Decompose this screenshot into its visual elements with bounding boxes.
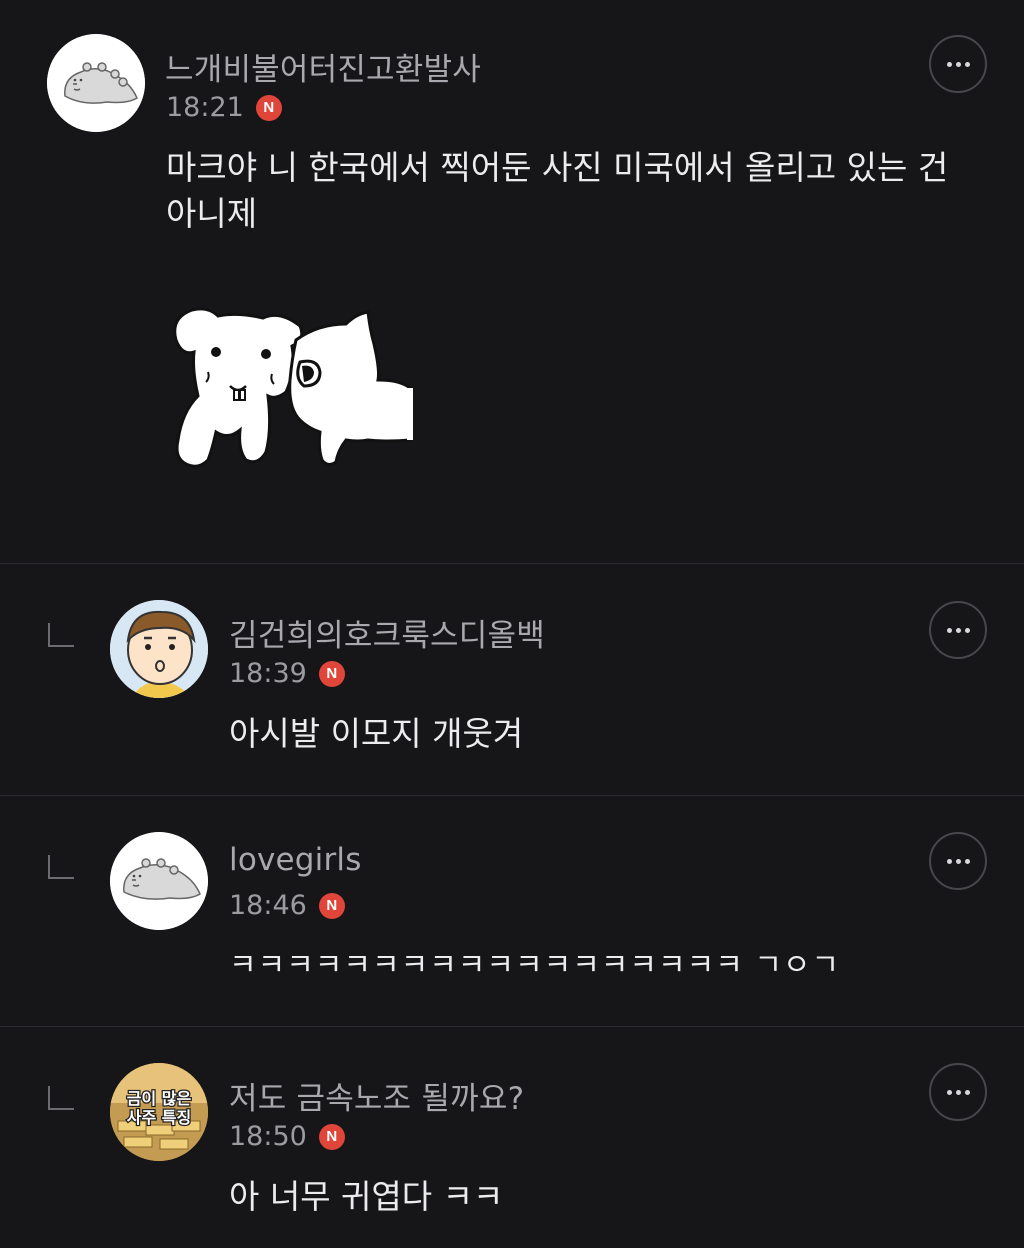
user-avatar[interactable]: 금이 많은 사주 특징	[110, 1063, 208, 1161]
more-dot-icon	[955, 627, 961, 633]
more-options-button[interactable]	[929, 832, 987, 890]
gold-bars-avatar-icon: 금이 많은 사주 특징	[110, 1063, 208, 1161]
more-dot-icon	[946, 858, 952, 864]
new-badge: N	[318, 892, 345, 919]
new-badge: N	[318, 1123, 345, 1150]
comment-text: 마크야 니 한국에서 찍어둔 사진 미국에서 올리고 있는 건 아니제	[166, 148, 949, 233]
username[interactable]: 느개비불어터진고환발사	[165, 44, 481, 89]
comment-meta: 18:50 N	[229, 1121, 345, 1152]
new-badge: N	[255, 94, 282, 121]
comment-text: 아 너무 귀엽다 ㅋㅋ	[229, 1177, 504, 1216]
timestamp: 18:21	[166, 92, 244, 123]
more-dot-icon	[946, 61, 952, 67]
reply-indicator-icon	[48, 1086, 74, 1110]
username[interactable]: 저도 금속노조 될까요?	[229, 1073, 524, 1118]
more-dot-icon	[964, 858, 970, 864]
more-dot-icon	[955, 1089, 961, 1095]
comment-meta: 18:21 N	[166, 92, 282, 123]
more-dot-icon	[964, 1089, 970, 1095]
timestamp: 18:39	[229, 658, 307, 689]
cartoon-boy-avatar-icon	[110, 600, 208, 698]
comment-2: 김건희의호크룩스디올백 18:39 N 아시발 이모지 개웃겨	[0, 564, 1024, 795]
more-dot-icon	[955, 61, 961, 67]
more-dot-icon	[964, 627, 970, 633]
avatar-text-line2: 사주 특징	[127, 1108, 191, 1127]
comment-3: lovegirls 18:46 N ㅋㅋㅋㅋㅋㅋㅋㅋㅋㅋㅋㅋㅋㅋㅋㅋㅋㅋ ㄱㅇㄱ	[0, 796, 1024, 1026]
comment-text: 아시발 이모지 개웃겨	[229, 714, 524, 753]
more-dot-icon	[955, 858, 961, 864]
user-avatar[interactable]	[110, 832, 208, 930]
reply-indicator-icon	[48, 623, 74, 647]
comment-4: 금이 많은 사주 특징 저도 금속노조 될까요? 18:50 N 아 너무 귀엽…	[0, 1027, 1024, 1248]
username[interactable]: lovegirls	[229, 842, 362, 878]
avatar-text-line1: 금이 많은	[127, 1089, 192, 1108]
comment-meta: 18:46 N	[229, 890, 345, 921]
comment-text: ㅋㅋㅋㅋㅋㅋㅋㅋㅋㅋㅋㅋㅋㅋㅋㅋㅋㅋ ㄱㅇㄱ	[229, 948, 841, 983]
more-options-button[interactable]	[929, 1063, 987, 1121]
new-badge: N	[318, 660, 345, 687]
user-avatar[interactable]	[110, 600, 208, 698]
more-dot-icon	[964, 61, 970, 67]
dog-cat-emoji-image[interactable]	[168, 300, 418, 475]
username[interactable]: 김건희의호크룩스디올백	[229, 610, 545, 655]
user-avatar[interactable]	[47, 34, 145, 132]
more-options-button[interactable]	[929, 601, 987, 659]
more-dot-icon	[946, 627, 952, 633]
more-options-button[interactable]	[929, 35, 987, 93]
reply-indicator-icon	[48, 855, 74, 879]
more-dot-icon	[946, 1089, 952, 1095]
timestamp: 18:46	[229, 890, 307, 921]
dino-avatar-icon	[110, 832, 208, 930]
timestamp: 18:50	[229, 1121, 307, 1152]
dino-avatar-icon	[47, 34, 145, 132]
comment-meta: 18:39 N	[229, 658, 345, 689]
comment-1: 느개비불어터진고환발사 18:21 N 마크야 니 한국에서 찍어둔 사진 미국…	[0, 0, 1024, 563]
